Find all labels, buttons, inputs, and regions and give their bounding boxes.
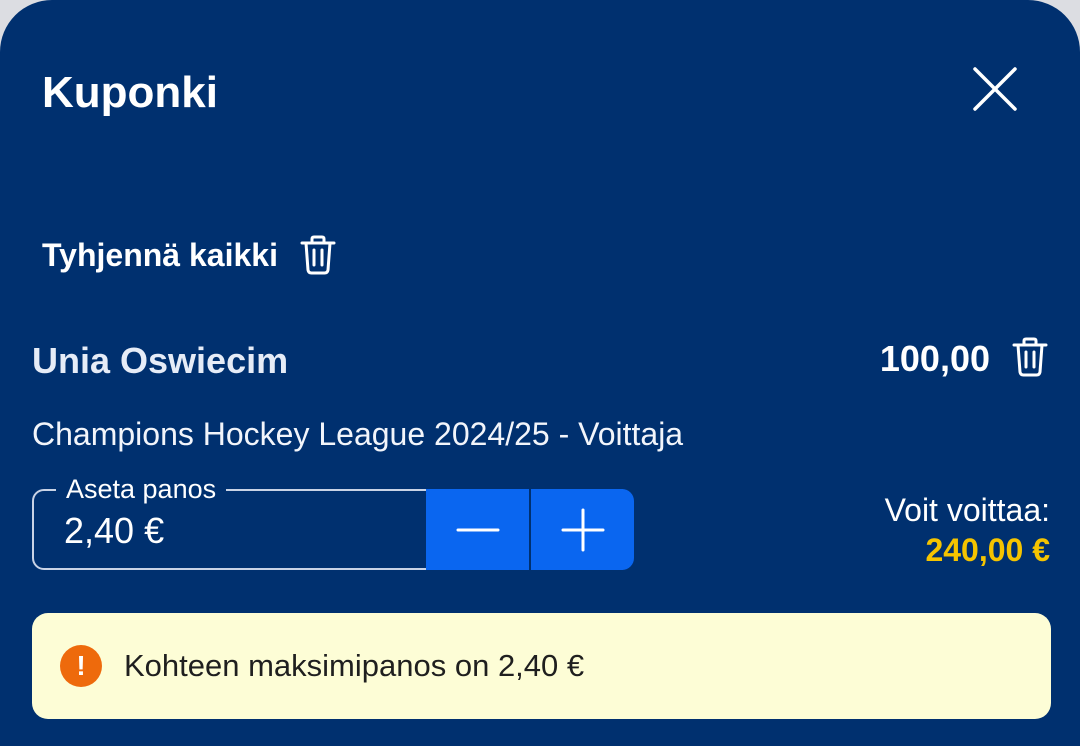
warning-text: Kohteen maksimipanos on 2,40 € — [124, 648, 585, 683]
stake-stepper — [426, 489, 634, 570]
stake-input-group: Aseta panos 2,40 € — [32, 473, 634, 570]
increment-stake-button[interactable] — [531, 489, 634, 570]
stake-input[interactable]: 2,40 € — [64, 509, 164, 553]
market-label: Champions Hockey League 2024/25 - Voitta… — [32, 416, 684, 452]
betslip-panel: Kuponki Tyhjennä kaikki Unia Oswiecim 10… — [0, 0, 1080, 746]
stake-label: Aseta panos — [56, 473, 227, 505]
clear-all-label: Tyhjennä kaikki — [42, 236, 278, 273]
clear-all-button[interactable]: Tyhjennä kaikki — [42, 230, 336, 280]
selection-name: Unia Oswiecim — [32, 340, 289, 381]
warning-icon: ! — [60, 645, 102, 687]
max-stake-warning: ! Kohteen maksimipanos on 2,40 € — [32, 613, 1051, 719]
decrement-stake-button[interactable] — [426, 489, 529, 570]
selection-odds: 100,00 — [879, 338, 990, 379]
page-title: Kuponki — [42, 68, 218, 117]
potential-win-amount: 240,00 € — [925, 532, 1050, 568]
minus-icon — [456, 528, 499, 531]
trash-icon — [1012, 337, 1048, 377]
potential-win-label: Voit voittaa: — [884, 492, 1050, 528]
remove-selection-button[interactable] — [1012, 337, 1048, 382]
trash-icon — [300, 235, 336, 275]
plus-icon — [561, 508, 604, 551]
close-icon — [973, 67, 1017, 111]
close-button[interactable] — [966, 60, 1024, 118]
